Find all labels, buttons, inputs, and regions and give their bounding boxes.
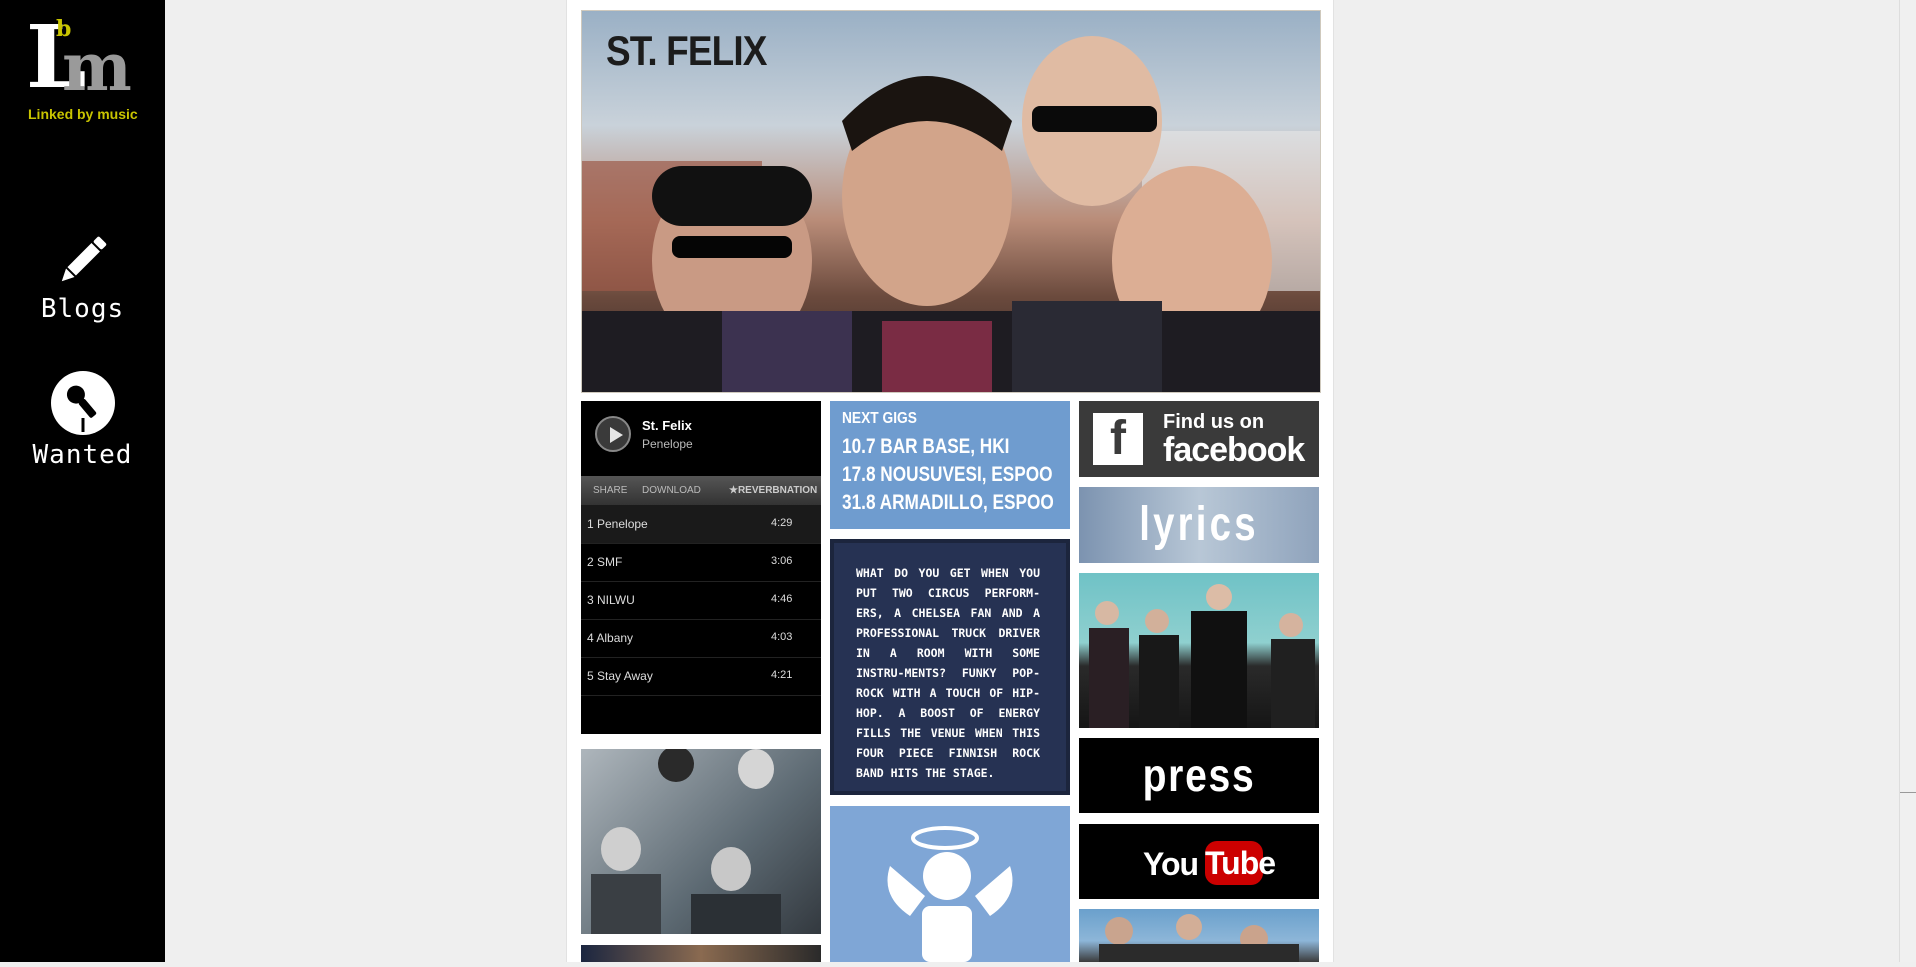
player-artist: St. Felix (642, 418, 692, 433)
player-current-song: Penelope (642, 437, 693, 451)
gig-item: 17.8 NOUSUVESI, ESPOO (842, 463, 1053, 486)
track-time: 3:06 (771, 555, 793, 567)
page-scrollbar[interactable] (1899, 0, 1916, 962)
pencil-icon (61, 236, 106, 282)
track-title: 2 SMF (587, 555, 623, 569)
track-time: 4:21 (771, 669, 793, 681)
band-photo-illustration (1089, 584, 1315, 728)
play-icon[interactable] (595, 416, 631, 452)
music-player: St. Felix Penelope SHARE DOWNLOAD ★REVER… (581, 401, 821, 734)
lyrics-label: lyrics (1139, 498, 1259, 551)
next-gigs-heading: NEXT GIGS (842, 410, 917, 427)
facebook-line2: facebook (1163, 431, 1305, 469)
band-photo-tile-partial[interactable] (581, 945, 821, 962)
angel-icon (887, 826, 1013, 962)
share-button[interactable]: SHARE (593, 485, 627, 496)
hero-band-photo: ST. FELIX (581, 10, 1321, 393)
track-row[interactable]: 1 Penelope 4:29 (581, 505, 821, 544)
player-toolbar: SHARE DOWNLOAD ★REVERBNATION (581, 476, 821, 505)
sidebar-label-blogs: Blogs (40, 294, 125, 324)
track-time: 4:46 (771, 593, 793, 605)
reverbnation-link[interactable]: ★REVERBNATION (729, 485, 817, 496)
logo-letter-l: L (26, 7, 87, 108)
track-title: 5 Stay Away (587, 669, 653, 683)
gig-item: 31.8 ARMADILLO, ESPOO (842, 491, 1054, 514)
sidebar-item-wanted[interactable]: Wanted (0, 370, 165, 470)
press-label: press (1142, 749, 1256, 801)
youtube-tube-label: Tube (1205, 841, 1276, 885)
linked-by-music-logo[interactable]: L b m Linked by music (26, 7, 142, 124)
track-row[interactable]: 3 NILWU 4:46 (581, 581, 821, 620)
logo-tagline: Linked by music (28, 106, 138, 122)
band-name-title: ST. FELIX (606, 27, 767, 74)
sidebar-item-blogs[interactable]: Blogs (0, 228, 165, 324)
download-button[interactable]: DOWNLOAD (642, 485, 701, 496)
band-photo-illustration (591, 746, 781, 934)
wanted-angel-tile[interactable] (830, 806, 1070, 962)
band-description-text: WHAT DO YOU GET WHEN YOU PUT TWO CIRCUS … (856, 566, 1040, 780)
band-photo-tile-partial[interactable] (1079, 909, 1319, 962)
track-title: 4 Albany (587, 631, 634, 645)
youtube-you-label: You (1143, 846, 1199, 882)
youtube-link[interactable]: You Tube (1079, 824, 1319, 899)
logo-letter-m: m (62, 28, 132, 106)
track-row[interactable]: 5 Stay Away 4:21 (581, 657, 821, 696)
facebook-icon: f (1093, 413, 1143, 465)
lyrics-link[interactable]: lyrics (1079, 487, 1319, 563)
gig-item: 10.7 BAR BASE, HKI (842, 435, 1010, 458)
scrollbar-thumb-edge[interactable] (1900, 792, 1916, 793)
band-photo-tile[interactable] (1079, 573, 1319, 728)
next-gigs-box: NEXT GIGS 10.7 BAR BASE, HKI 17.8 NOUSUV… (830, 401, 1070, 529)
band-description-box: WHAT DO YOU GET WHEN YOU PUT TWO CIRCUS … (830, 539, 1070, 795)
track-row[interactable]: 4 Albany 4:03 (581, 619, 821, 658)
band-photo-illustration (1099, 914, 1299, 962)
page-content: ST. FELIX St. Felix Penelope SHARE DOWNL… (566, 0, 1334, 962)
track-title: 1 Penelope (587, 517, 648, 531)
track-time: 4:03 (771, 631, 793, 643)
track-time: 4:29 (771, 517, 793, 529)
sidebar-label-wanted: Wanted (32, 440, 133, 470)
microphone-icon (50, 371, 115, 435)
band-photo-tile[interactable] (581, 746, 821, 934)
press-link[interactable]: press (1079, 738, 1319, 813)
sidebar: L b m Linked by music Blogs Wanted (0, 0, 165, 962)
facebook-link[interactable]: f Find us on facebook (1079, 401, 1319, 477)
track-title: 3 NILWU (587, 593, 635, 607)
track-row[interactable]: 2 SMF 3:06 (581, 543, 821, 582)
